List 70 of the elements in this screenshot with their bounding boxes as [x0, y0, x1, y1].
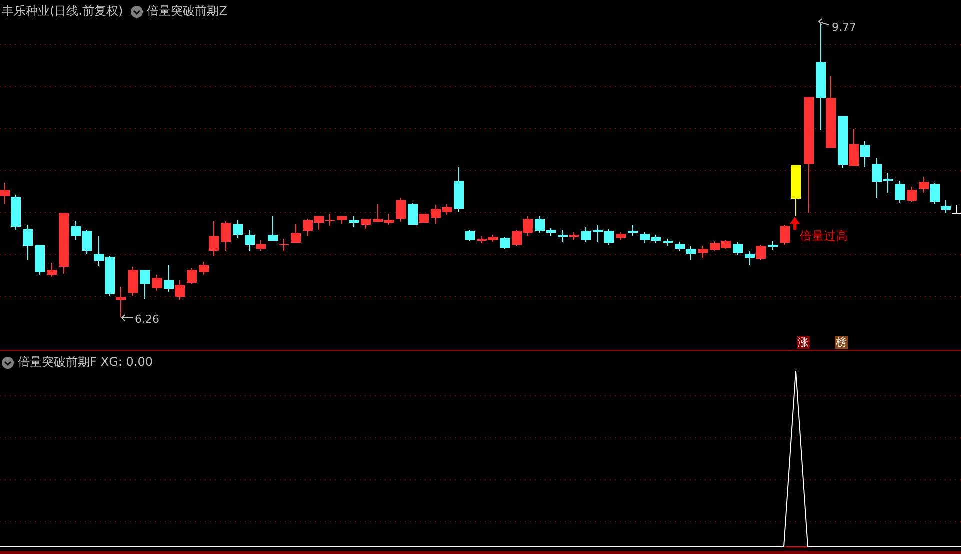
candlestick: [919, 176, 929, 194]
candlestick: [780, 224, 790, 246]
candlestick: [952, 204, 961, 214]
candlestick: [233, 220, 243, 238]
low-price-label: 6.26: [135, 313, 160, 326]
candlestick: [303, 218, 313, 236]
up-arrow-icon: [790, 217, 800, 230]
candlestick: [314, 216, 324, 230]
candlestick: [512, 230, 522, 246]
candlestick: [349, 216, 359, 228]
candlestick: [640, 232, 650, 244]
candlestick: [523, 216, 533, 236]
candlestick: [396, 198, 406, 222]
candlestick: [628, 224, 638, 236]
candlestick: [604, 228, 614, 246]
candlestick: [209, 220, 219, 256]
candlestick: [105, 256, 115, 296]
candlestick: [116, 286, 126, 318]
candlestick: [59, 212, 69, 274]
candlestick: [454, 166, 464, 212]
candlestick: [35, 244, 45, 276]
candlestick: [175, 280, 185, 300]
candlestick: [581, 226, 591, 242]
candlestick: [768, 240, 778, 250]
candlestick: [651, 234, 661, 244]
low-pointer-icon: [121, 314, 134, 322]
candlestick: [733, 242, 743, 256]
candlestick: [291, 224, 301, 244]
candlestick: [838, 116, 848, 168]
candlestick: [710, 240, 720, 252]
candlestick: [199, 262, 209, 276]
candlestick: [663, 238, 673, 246]
candlestick: [756, 244, 766, 260]
candlestick: [164, 264, 174, 292]
signal-label: 倍量过高: [800, 229, 848, 243]
candlestick: [895, 180, 905, 204]
candlestick: [94, 236, 104, 266]
candlestick: [500, 236, 510, 250]
candlestick: [140, 270, 150, 300]
candlestick: [593, 224, 603, 242]
candlestick: [907, 186, 917, 202]
indicator-reading: XG: 0.00: [100, 355, 154, 370]
candlestick: [221, 220, 231, 252]
indicator-name[interactable]: 倍量突破前期F: [18, 355, 97, 370]
candlestick: [849, 128, 859, 166]
dropdown-icon[interactable]: [2, 356, 14, 368]
candlestick: [698, 246, 708, 258]
candlestick: [745, 250, 755, 266]
candlestick: [82, 230, 92, 254]
high-pointer-icon: [818, 18, 830, 26]
high-price-label: 9.77: [832, 21, 856, 34]
candlestick: [337, 216, 347, 224]
candlestick: [23, 224, 33, 260]
candlestick: [47, 262, 57, 278]
badge[interactable]: 榜: [835, 336, 848, 349]
candlestick: [187, 268, 197, 284]
candlestick: [465, 230, 475, 242]
badge[interactable]: 涨: [797, 336, 810, 349]
candlestick: [71, 220, 81, 240]
candlestick: [361, 218, 371, 230]
candlestick: [860, 140, 870, 168]
candlestick: [721, 240, 731, 250]
indicator-name[interactable]: 倍量突破前期Z: [147, 4, 228, 19]
dropdown-icon[interactable]: [131, 6, 144, 18]
candlestick: [325, 214, 335, 226]
candlestick: [152, 274, 162, 292]
candlestick: [791, 164, 801, 216]
candlestick: [616, 232, 626, 240]
stock-title: 丰乐种业(日线.前复权): [2, 4, 124, 19]
candlestick: [128, 266, 138, 296]
